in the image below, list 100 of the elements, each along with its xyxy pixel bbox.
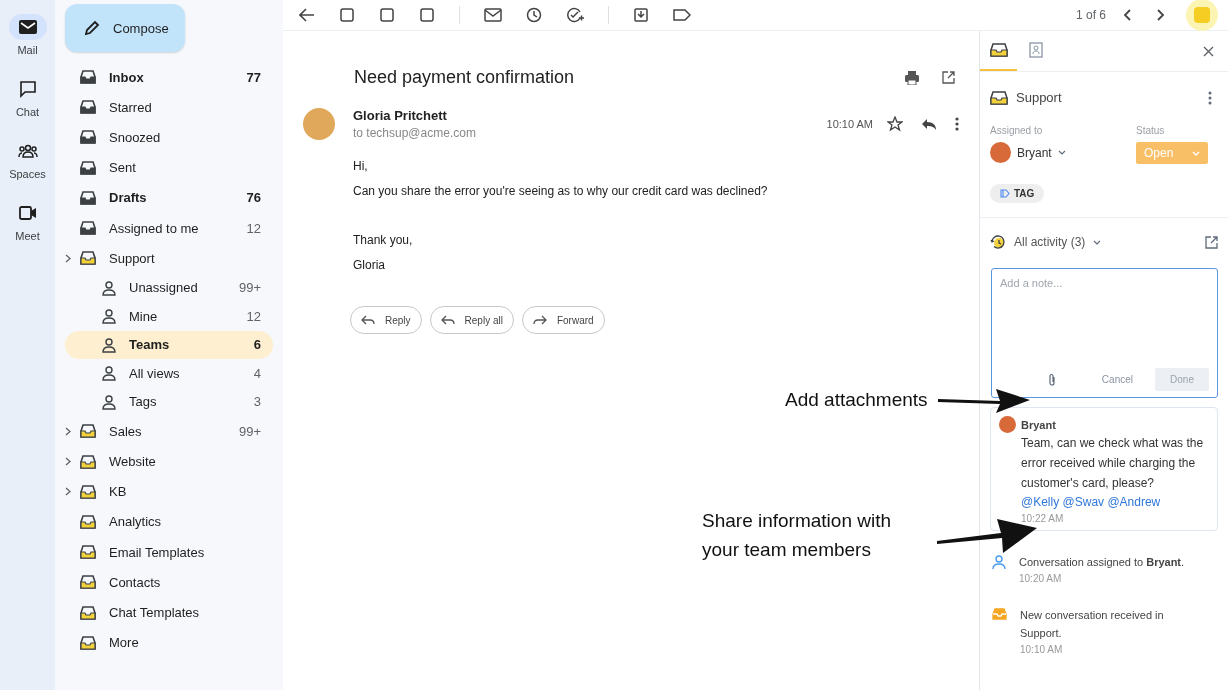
nav-subitem[interactable]: Unassigned 99+ (65, 273, 273, 302)
more-icon[interactable] (1208, 90, 1212, 105)
folder-icon (79, 633, 97, 652)
action-button[interactable]: Reply all (429, 306, 514, 334)
page-counter: 1 of 6 (1075, 8, 1106, 22)
compose-button[interactable]: Compose (65, 4, 185, 52)
mentions[interactable]: @Kelly @Swav @Andrew (1021, 495, 1209, 509)
nav-subitem[interactable]: Tags 3 (65, 387, 273, 417)
tag-icon (1000, 189, 1010, 198)
rail-label: Spaces (9, 168, 46, 180)
sender-name: Gloria Pritchett (353, 108, 448, 123)
print-icon[interactable] (904, 70, 920, 85)
nav-item[interactable]: Website (65, 446, 273, 477)
contact-book-icon (1028, 42, 1043, 58)
inbox-icon (990, 90, 1008, 105)
person-icon (101, 308, 117, 325)
star-icon[interactable] (887, 116, 903, 132)
people-icon (17, 144, 38, 158)
nav-item[interactable]: Sent (65, 152, 273, 183)
nav-item[interactable]: More (65, 627, 273, 658)
move-icon[interactable] (633, 7, 649, 23)
tag-chip[interactable]: TAG (990, 184, 1045, 203)
folder-icon (79, 452, 97, 471)
nav-item[interactable]: Drafts 76 (65, 182, 273, 213)
body-text: Hi, (353, 158, 369, 175)
nav-item[interactable]: Snoozed (65, 122, 273, 153)
nav-subitem[interactable]: All views 4 (65, 359, 273, 388)
reply-icon[interactable] (921, 117, 937, 131)
folder-icon (79, 603, 97, 622)
nav-item[interactable]: Starred (65, 92, 273, 123)
nav-item[interactable]: Assigned to me 12 (65, 212, 273, 244)
folder-icon (79, 482, 97, 501)
nav-item[interactable]: KB (65, 476, 273, 507)
close-icon[interactable] (1203, 45, 1214, 57)
comment-text: Team, can we check what was the error received while charging the customer's card, please? (1021, 435, 1205, 492)
chevron-icon[interactable] (65, 426, 71, 436)
body-text: Gloria (353, 257, 386, 274)
next-icon[interactable] (1156, 8, 1166, 22)
body-text: Can you share the error you're seeing as to why our credit card was declined? (353, 183, 769, 200)
rail-label: Meet (15, 230, 40, 242)
person-icon (101, 365, 117, 382)
open-external-icon[interactable] (1205, 235, 1218, 249)
toolbar-icon[interactable] (339, 7, 355, 23)
callout-text: Share information with your team members (702, 509, 893, 562)
nav-subitem[interactable]: Mine 12 (65, 301, 273, 331)
comment-time: 10:22 AM (1021, 513, 1065, 524)
history-icon (990, 234, 1006, 250)
person-icon (101, 336, 117, 353)
more-icon[interactable] (955, 117, 959, 131)
nav-subitem[interactable]: Teams 6 (65, 330, 273, 360)
folder-icon (79, 68, 97, 87)
add-task-icon[interactable] (566, 7, 584, 23)
mail-icon (18, 20, 37, 34)
folder-icon (79, 543, 97, 562)
clock-icon[interactable] (526, 7, 542, 23)
event-time: 10:20 AM (1019, 573, 1063, 584)
recipient: to techsup@acme.com (353, 126, 476, 140)
caret-icon (1093, 239, 1102, 245)
attachment-icon[interactable] (1048, 373, 1056, 386)
message-time: 10:10 AM (826, 118, 873, 130)
caret-icon (1192, 150, 1200, 156)
action-button[interactable]: Reply (350, 306, 422, 334)
rail-label: Mail (17, 44, 38, 56)
nav-item[interactable]: Email Templates (65, 537, 273, 568)
nav-item[interactable]: Support (65, 243, 273, 274)
previous-icon[interactable] (1122, 8, 1132, 22)
activity-filter[interactable]: All activity (3) (1014, 235, 1086, 249)
folder-icon (79, 128, 97, 147)
field-label: Assigned to (990, 125, 1044, 136)
chevron-icon[interactable] (65, 487, 71, 497)
nav-item[interactable]: Analytics (65, 506, 273, 538)
pencil-icon (83, 19, 101, 37)
nav-item[interactable]: Contacts (65, 567, 273, 598)
rail-tab[interactable] (8, 14, 47, 40)
event-text: Conversation assigned to Bryant. (1019, 555, 1186, 570)
comment-author: Bryant (1021, 418, 1056, 431)
nav-item[interactable]: Chat Templates (65, 597, 273, 628)
open-external-icon[interactable] (942, 71, 955, 84)
folder-icon (79, 249, 97, 268)
toolbar-icon[interactable] (419, 7, 435, 23)
nav-item[interactable]: Sales 99+ (65, 416, 273, 447)
sender-avatar (303, 108, 335, 140)
chevron-icon[interactable] (65, 253, 71, 263)
inbox-name: Support (1016, 90, 1062, 105)
email-subject: Need payment confirmation (354, 67, 576, 88)
label-icon[interactable] (673, 8, 691, 22)
arrow-icon (532, 315, 547, 325)
person-icon (101, 279, 117, 296)
folder-icon (79, 422, 97, 441)
chevron-icon[interactable] (65, 457, 71, 467)
nav-item[interactable]: Inbox 77 (65, 62, 273, 93)
user-avatar (990, 142, 1011, 163)
assignee-dropdown[interactable]: Bryant (990, 142, 1136, 163)
toolbar-icon[interactable] (379, 7, 395, 23)
inbox-icon (989, 43, 1008, 57)
back-arrow-icon[interactable] (299, 8, 315, 22)
event-time: 10:10 AM (1020, 644, 1064, 655)
action-button[interactable]: Forward (521, 306, 605, 334)
folder-icon (79, 573, 97, 592)
mail-icon[interactable] (484, 8, 502, 22)
